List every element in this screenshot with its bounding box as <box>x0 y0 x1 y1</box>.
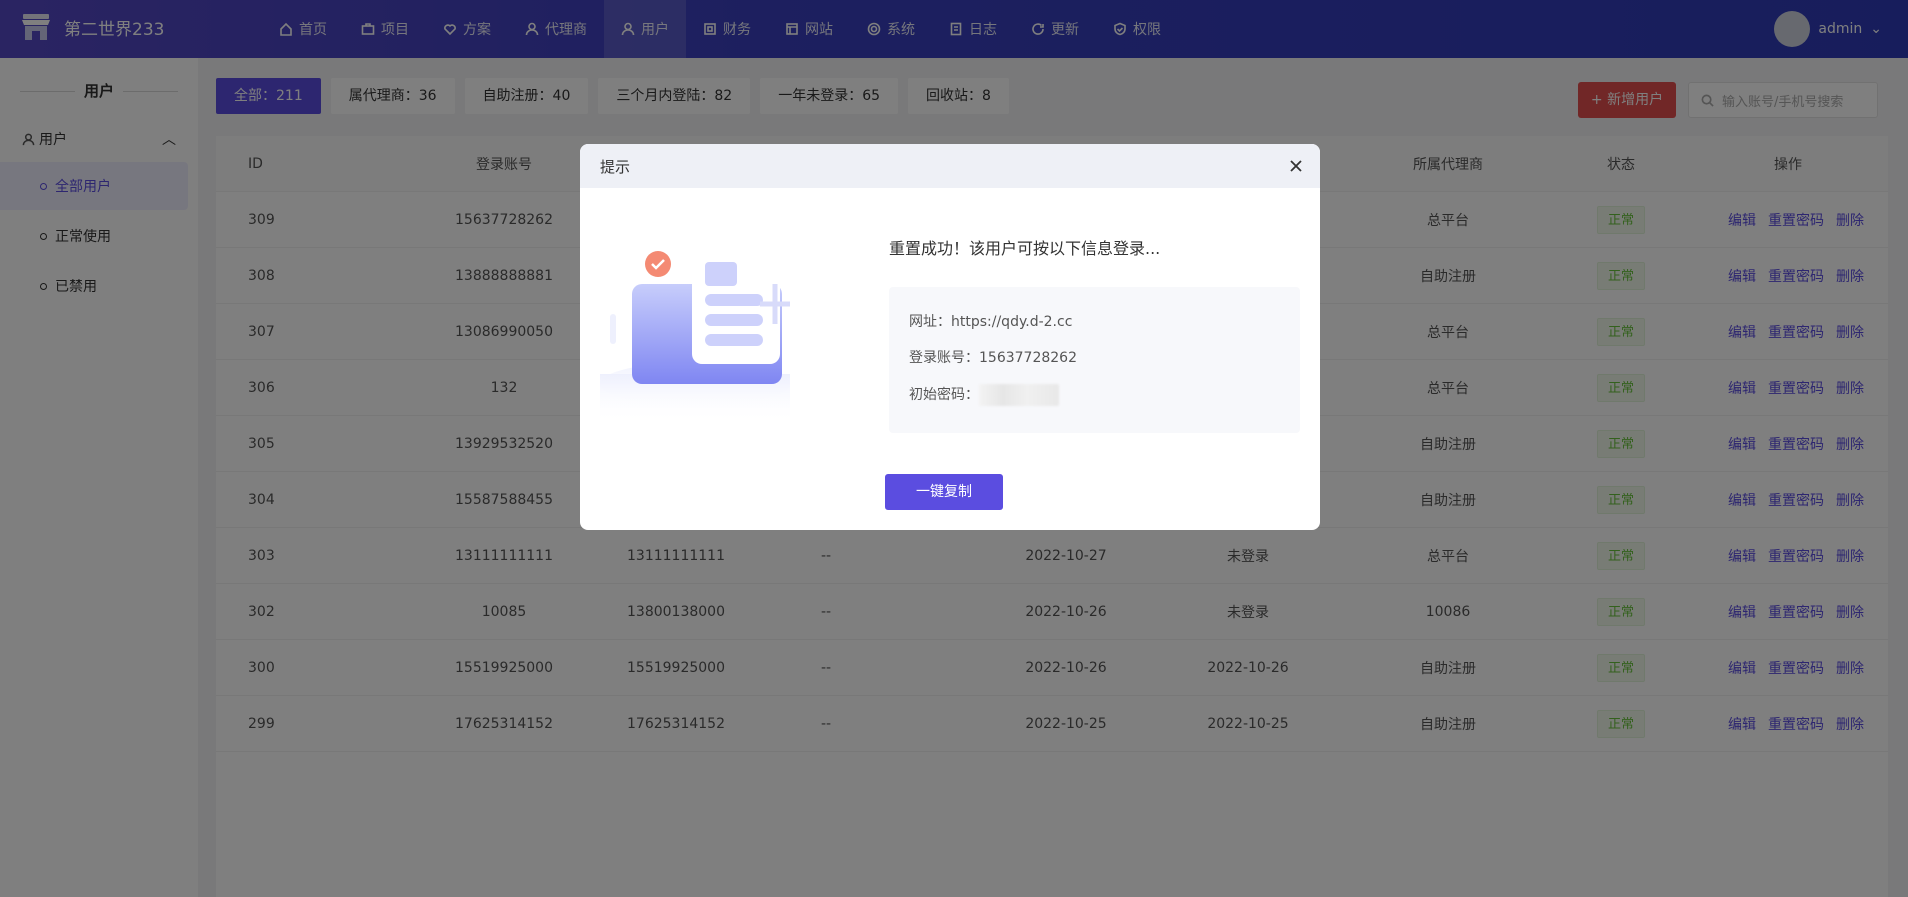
login-info-box: 网址：https://qdy.d-2.cc 登录账号：15637728262 初… <box>889 287 1300 433</box>
reset-success-dialog: 提示 重置成功！该用户可按以下信息登录... 网址：https://qdy.d-… <box>580 144 1320 530</box>
password-row: 初始密码： <box>909 384 1280 420</box>
copy-all-button[interactable]: 一键复制 <box>885 474 1003 510</box>
account-row: 登录账号：15637728262 <box>909 350 1077 366</box>
close-icon[interactable] <box>1288 158 1304 174</box>
dialog-message: 重置成功！该用户可按以下信息登录... <box>889 239 1161 258</box>
password-redacted <box>979 384 1059 406</box>
url-row: 网址：https://qdy.d-2.cc <box>909 314 1073 330</box>
password-label: 初始密码： <box>909 387 979 403</box>
document-success-illustration <box>600 244 790 424</box>
dialog-title: 提示 <box>600 157 631 176</box>
dialog-header: 提示 <box>580 144 1320 188</box>
